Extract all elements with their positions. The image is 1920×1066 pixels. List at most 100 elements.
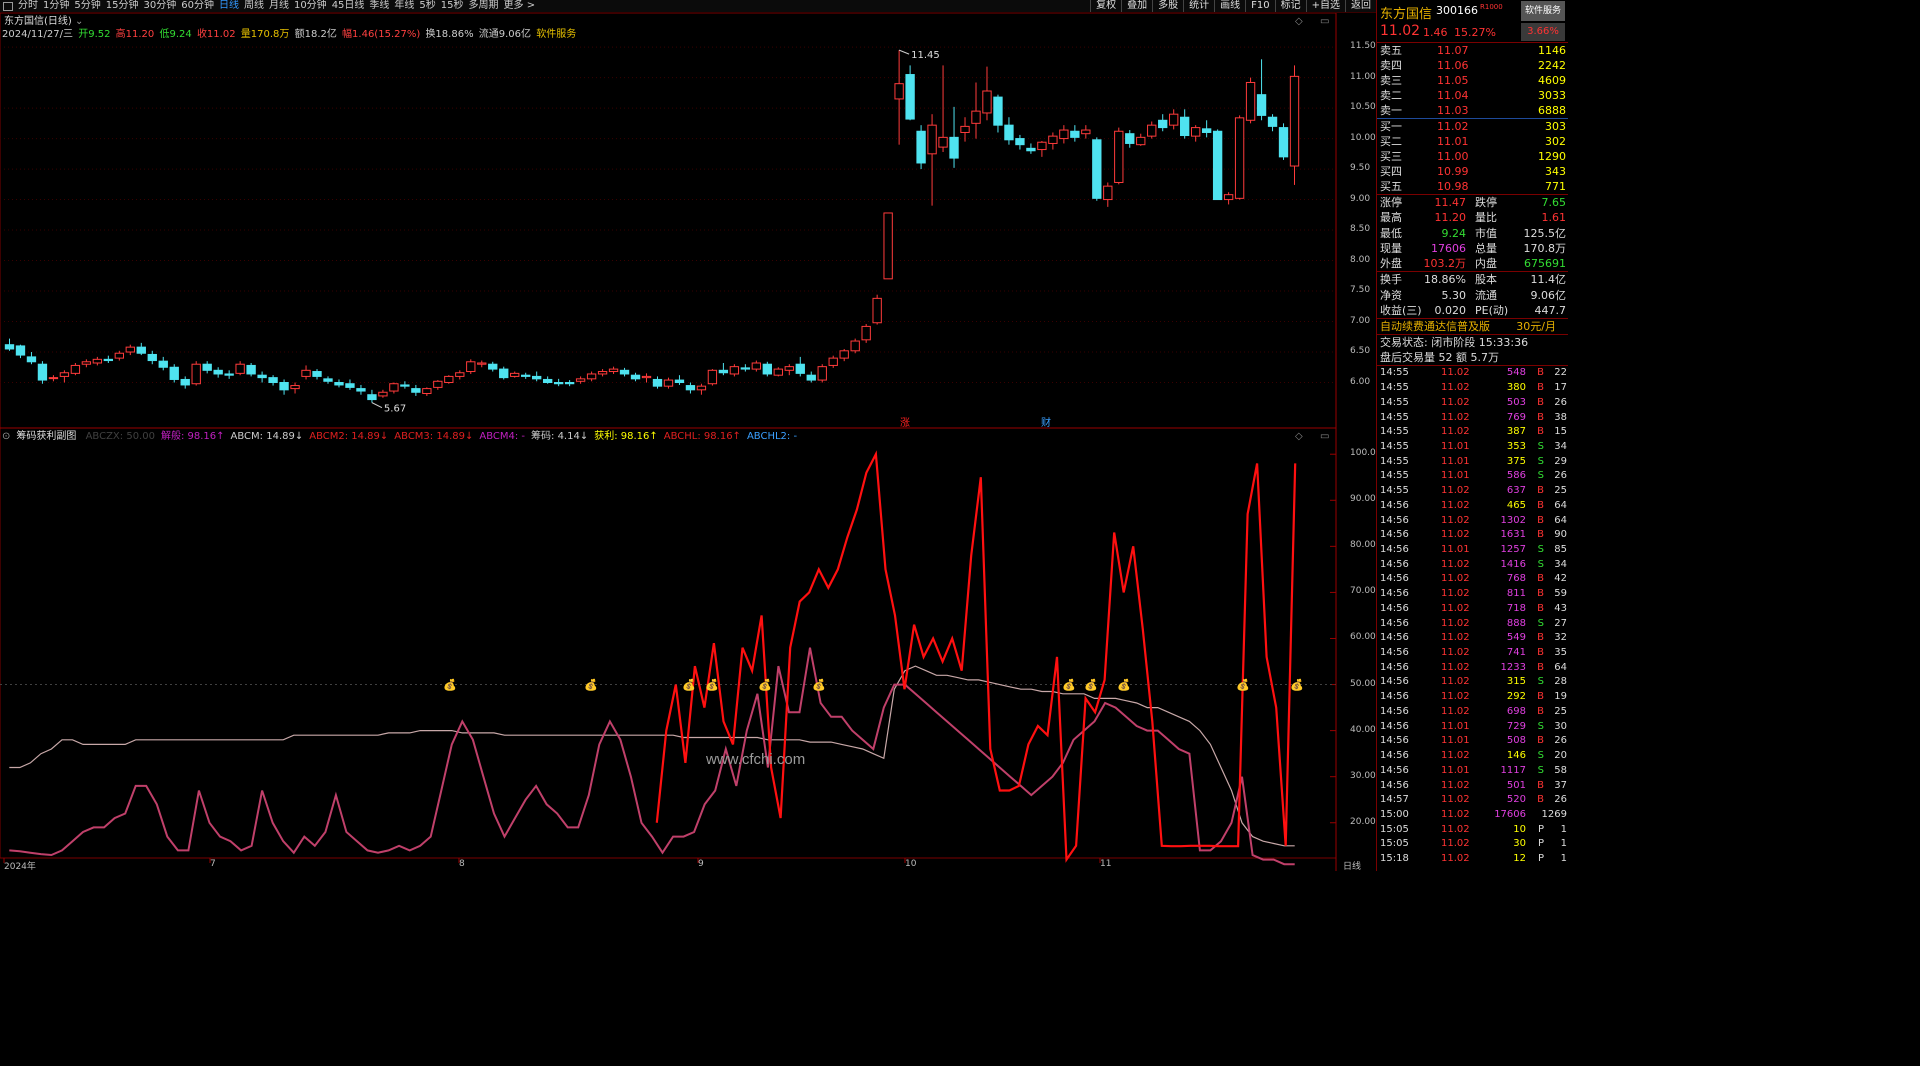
- tick-row[interactable]: 14:56 11.02 465 B 64: [1377, 499, 1568, 514]
- money-bag-icon[interactable]: 💰: [1084, 679, 1098, 692]
- tick-row[interactable]: 14:55 11.02 769 B 38: [1377, 411, 1568, 426]
- promo-price[interactable]: 30元/月: [1516, 319, 1556, 334]
- tick-row[interactable]: 14:55 11.02 380 B 17: [1377, 381, 1568, 396]
- period-tab[interactable]: 45日线: [332, 0, 370, 12]
- dropdown-circle-icon[interactable]: ⌄: [75, 16, 83, 27]
- sector-change-badge[interactable]: 3.66%: [1521, 23, 1565, 41]
- close-chart-icon[interactable]: ◇: [1295, 16, 1303, 28]
- tick-row[interactable]: 14:56 11.02 1631 B 90: [1377, 528, 1568, 543]
- order-book-row[interactable]: 买一 11.02 303: [1377, 119, 1568, 134]
- chart-toggle-icon[interactable]: ▭: [1320, 16, 1329, 28]
- tick-row[interactable]: 15:18 11.02 12 P 1: [1377, 852, 1568, 867]
- ohlc-turnover: 换18.86%: [425, 29, 474, 40]
- window-menu-icon[interactable]: [3, 1, 13, 11]
- tick-row[interactable]: 14:56 11.02 811 B 59: [1377, 587, 1568, 602]
- tool-button[interactable]: 画线: [1214, 0, 1245, 12]
- period-tab[interactable]: 分时: [18, 0, 43, 12]
- period-tab[interactable]: 15秒: [441, 0, 469, 12]
- tick-row[interactable]: 14:56 11.01 1117 S 58: [1377, 764, 1568, 779]
- indicator-toggle-icon[interactable]: ▭: [1320, 431, 1329, 443]
- tick-row[interactable]: 14:55 11.01 375 S 29: [1377, 455, 1568, 470]
- promo-row[interactable]: 自动续费通达信普及版 30元/月: [1377, 319, 1568, 334]
- tick-row[interactable]: 14:56 11.01 729 S 30: [1377, 720, 1568, 735]
- software-service-button[interactable]: 软件服务: [1521, 1, 1565, 21]
- tick-row[interactable]: 14:55 11.01 353 S 34: [1377, 440, 1568, 455]
- event-marker[interactable]: 涨: [900, 417, 910, 429]
- tick-row[interactable]: 14:55 11.02 503 B 26: [1377, 396, 1568, 411]
- tick-row[interactable]: 14:56 11.02 292 B 19: [1377, 690, 1568, 705]
- order-book-row[interactable]: 卖一 11.03 6888: [1377, 103, 1568, 118]
- tick-row[interactable]: 14:56 11.02 501 B 37: [1377, 779, 1568, 794]
- tick-row[interactable]: 14:57 11.02 520 B 26: [1377, 793, 1568, 808]
- period-tab[interactable]: 1分钟: [43, 0, 74, 12]
- period-tab[interactable]: 季线: [369, 0, 394, 12]
- order-book-row[interactable]: 卖四 11.06 2242: [1377, 58, 1568, 73]
- tool-button[interactable]: 统计: [1183, 0, 1214, 12]
- tick-row[interactable]: 15:00 11.02 17606 1269: [1377, 808, 1568, 823]
- money-bag-icon[interactable]: 💰: [1290, 679, 1304, 692]
- tick-row[interactable]: 14:56 11.02 315 S 28: [1377, 675, 1568, 690]
- kline-chart-area[interactable]: 11.45 5.67 涨 财 💰 💰 💰 💰 💰 💰 💰 💰 💰 💰 💰 东方国信(日线) ⌄ 2024/1…: [0, 13, 1376, 871]
- money-bag-icon[interactable]: 💰: [758, 679, 772, 692]
- order-book-row[interactable]: 卖三 11.05 4609: [1377, 73, 1568, 88]
- period-tab[interactable]: 月线: [269, 0, 294, 12]
- money-bag-icon[interactable]: 💰: [682, 679, 696, 692]
- tick-row[interactable]: 15:05 11.02 10 P 1: [1377, 823, 1568, 838]
- period-tab[interactable]: 日线: [219, 0, 244, 12]
- money-bag-icon[interactable]: 💰: [812, 679, 826, 692]
- promo-text[interactable]: 自动续费通达信普及版: [1380, 319, 1490, 334]
- tick-row[interactable]: 14:56 11.01 508 B 26: [1377, 734, 1568, 749]
- tool-button[interactable]: F10: [1245, 0, 1274, 12]
- tick-row[interactable]: 14:56 11.01 1257 S 85: [1377, 543, 1568, 558]
- money-bag-icon[interactable]: 💰: [1062, 679, 1076, 692]
- tick-row[interactable]: 15:05 11.02 30 P 1: [1377, 837, 1568, 852]
- order-book-row[interactable]: 买三 11.00 1290: [1377, 149, 1568, 164]
- period-tab[interactable]: 5秒: [419, 0, 440, 12]
- order-book-row[interactable]: 卖五 11.07 1146: [1377, 43, 1568, 58]
- period-tab[interactable]: 60分钟: [181, 0, 219, 12]
- tick-row[interactable]: 14:56 11.02 768 B 42: [1377, 572, 1568, 587]
- tick-list[interactable]: 14:55 11.02 548 B 22 14:55 11.02 380 B 17 14:55 11.…: [1377, 366, 1568, 866]
- order-book-row[interactable]: 买二 11.01 302: [1377, 134, 1568, 149]
- period-tab[interactable]: 15分钟: [106, 0, 144, 12]
- indicator-menu-icon[interactable]: ⊙: [2, 431, 10, 442]
- tick-row[interactable]: 14:56 11.02 1302 B 64: [1377, 514, 1568, 529]
- money-bag-icon[interactable]: 💰: [443, 679, 457, 692]
- tick-row[interactable]: 14:55 11.02 637 B 25: [1377, 484, 1568, 499]
- close-indicator-icon[interactable]: ◇: [1295, 431, 1303, 443]
- tick-row[interactable]: 14:56 11.02 888 S 27: [1377, 617, 1568, 632]
- tick-row[interactable]: 14:56 11.02 741 B 35: [1377, 646, 1568, 661]
- money-bag-icon[interactable]: 💰: [705, 679, 719, 692]
- tick-row[interactable]: 14:56 11.02 549 B 32: [1377, 631, 1568, 646]
- event-marker[interactable]: 财: [1041, 416, 1051, 429]
- money-bag-icon[interactable]: 💰: [1236, 679, 1250, 692]
- period-tab[interactable]: 年线: [394, 0, 419, 12]
- indicator-name[interactable]: 筹码获利副图: [16, 431, 76, 442]
- tool-button[interactable]: 多股: [1152, 0, 1183, 12]
- period-tab[interactable]: 周线: [244, 0, 269, 12]
- tool-button[interactable]: 返回: [1345, 0, 1376, 12]
- tick-row[interactable]: 14:55 11.02 387 B 15: [1377, 425, 1568, 440]
- tick-direction: B: [1537, 499, 1544, 511]
- order-book-row[interactable]: 卖二 11.04 3033: [1377, 88, 1568, 103]
- period-tab[interactable]: 5分钟: [74, 0, 105, 12]
- tick-row[interactable]: 14:56 11.02 146 S 20: [1377, 749, 1568, 764]
- tool-button[interactable]: 复权: [1090, 0, 1121, 12]
- money-bag-icon[interactable]: 💰: [1117, 679, 1131, 692]
- money-bag-icon[interactable]: 💰: [584, 679, 598, 692]
- period-tab[interactable]: 10分钟: [294, 0, 332, 12]
- tick-row[interactable]: 14:55 11.01 586 S 26: [1377, 469, 1568, 484]
- order-book-row[interactable]: 买五 10.98 771: [1377, 179, 1568, 194]
- tool-button[interactable]: 标记: [1274, 0, 1306, 12]
- tick-row[interactable]: 14:56 11.02 1416 S 34: [1377, 558, 1568, 573]
- order-book-row[interactable]: 买四 10.99 343: [1377, 164, 1568, 179]
- period-tab[interactable]: 多周期: [469, 0, 504, 12]
- period-tab[interactable]: 更多 >: [504, 0, 541, 12]
- period-tab[interactable]: 30分钟: [143, 0, 181, 12]
- tool-button[interactable]: 叠加: [1121, 0, 1152, 12]
- tick-row[interactable]: 14:56 11.02 1233 B 64: [1377, 661, 1568, 676]
- tool-button[interactable]: +自选: [1305, 0, 1345, 12]
- tick-row[interactable]: 14:55 11.02 548 B 22: [1377, 366, 1568, 381]
- tick-row[interactable]: 14:56 11.02 698 B 25: [1377, 705, 1568, 720]
- tick-row[interactable]: 14:56 11.02 718 B 43: [1377, 602, 1568, 617]
